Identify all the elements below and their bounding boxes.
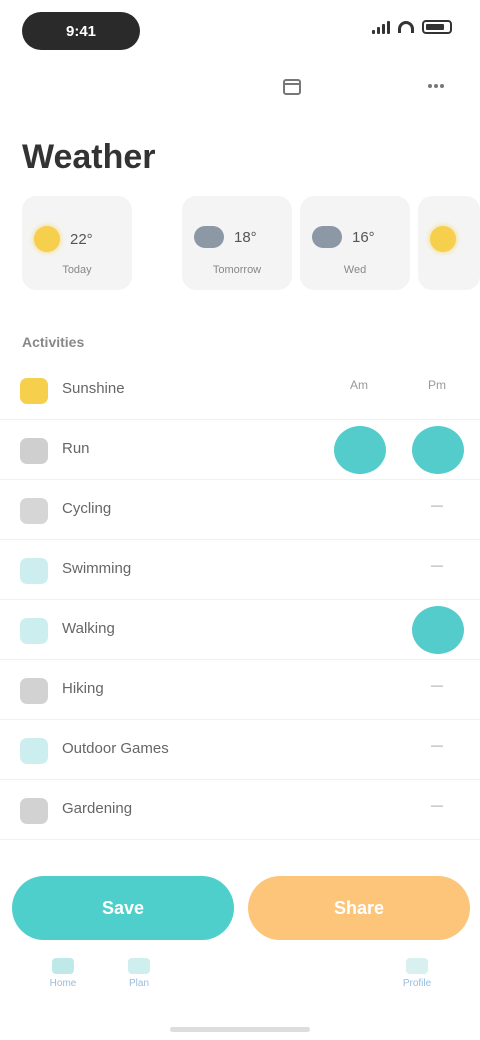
activity-label: Cycling bbox=[62, 500, 112, 517]
forecast-card[interactable]: 18° Tomorrow bbox=[182, 196, 292, 290]
activity-label: Hiking bbox=[62, 680, 104, 697]
forecast-temp: 22° bbox=[70, 230, 93, 248]
list-item[interactable]: Hiking — bbox=[0, 660, 480, 720]
header-actions bbox=[0, 66, 480, 106]
calendar-icon[interactable] bbox=[278, 72, 306, 100]
pm-value: — bbox=[431, 498, 443, 512]
tab-bar: Home Plan Profile bbox=[0, 950, 480, 1010]
walk-icon bbox=[20, 618, 48, 644]
share-button[interactable]: Share bbox=[248, 876, 470, 940]
forecast-card[interactable]: 16° Wed bbox=[300, 196, 410, 290]
pm-value: — bbox=[431, 558, 443, 572]
sun-icon bbox=[34, 226, 60, 252]
forecast-time: Wed bbox=[343, 264, 367, 276]
forecast-time: Tomorrow bbox=[212, 264, 262, 276]
activity-label: Gardening bbox=[62, 800, 133, 817]
forecast-temp: 16° bbox=[352, 228, 375, 246]
page-title: Weather bbox=[22, 138, 156, 176]
list-item[interactable]: Gardening — bbox=[0, 780, 480, 840]
cloud-icon bbox=[312, 226, 342, 248]
sun-icon bbox=[430, 226, 456, 252]
pm-selected-marker[interactable] bbox=[412, 606, 464, 654]
forecast-time: Today bbox=[62, 264, 92, 276]
list-item[interactable]: Sunshine Am Pm bbox=[0, 360, 480, 420]
list-item[interactable]: Swimming — bbox=[0, 540, 480, 600]
tab-label: Plan bbox=[128, 978, 149, 989]
column-header-pm: Pm bbox=[428, 378, 446, 392]
more-icon[interactable] bbox=[422, 72, 450, 100]
status-bar: 9:41 bbox=[0, 0, 480, 64]
am-selected-marker[interactable] bbox=[334, 426, 386, 474]
profile-icon bbox=[406, 958, 428, 974]
swim-icon bbox=[20, 558, 48, 584]
tab-label: Profile bbox=[402, 978, 432, 989]
hike-icon bbox=[20, 678, 48, 704]
sun-icon bbox=[20, 378, 48, 404]
home-indicator bbox=[170, 1027, 310, 1032]
garden-icon bbox=[20, 798, 48, 824]
activity-label: Swimming bbox=[62, 560, 132, 577]
signal-icon bbox=[372, 20, 390, 34]
forecast-card[interactable]: 22° Today bbox=[22, 196, 132, 290]
activity-label: Run bbox=[62, 440, 90, 457]
section-label: Activities bbox=[22, 334, 85, 350]
cloud-icon bbox=[194, 226, 224, 248]
save-button[interactable]: Save bbox=[12, 876, 234, 940]
list-item[interactable]: Cycling — bbox=[0, 480, 480, 540]
activity-label: Sunshine bbox=[62, 380, 125, 397]
pm-selected-marker[interactable] bbox=[412, 426, 464, 474]
pm-value: — bbox=[431, 798, 443, 812]
status-indicators bbox=[372, 20, 452, 34]
run-icon bbox=[20, 438, 48, 464]
status-time: 9:41 bbox=[22, 12, 140, 50]
pm-value: — bbox=[431, 678, 443, 692]
plan-icon bbox=[128, 958, 150, 974]
wifi-icon bbox=[398, 21, 414, 33]
activity-label: Walking bbox=[62, 620, 115, 637]
bike-icon bbox=[20, 498, 48, 524]
forecast-row: 22° Today 18° Tomorrow 16° Wed bbox=[22, 196, 480, 296]
list-item[interactable]: Walking bbox=[0, 600, 480, 660]
pm-value: — bbox=[431, 738, 443, 752]
column-header-am: Am bbox=[350, 378, 368, 392]
forecast-temp: 18° bbox=[234, 228, 257, 246]
tab-profile[interactable]: Profile bbox=[392, 958, 442, 998]
activity-label: Outdoor Games bbox=[62, 740, 169, 757]
tab-label: Home bbox=[49, 978, 77, 989]
home-icon bbox=[52, 958, 74, 974]
game-icon bbox=[20, 738, 48, 764]
battery-icon bbox=[422, 20, 452, 34]
list-item[interactable]: Run bbox=[0, 420, 480, 480]
tab-plan[interactable]: Plan bbox=[114, 958, 164, 998]
list-item[interactable]: Outdoor Games — bbox=[0, 720, 480, 780]
tab-home[interactable]: Home bbox=[38, 958, 88, 998]
forecast-card[interactable] bbox=[418, 196, 480, 290]
